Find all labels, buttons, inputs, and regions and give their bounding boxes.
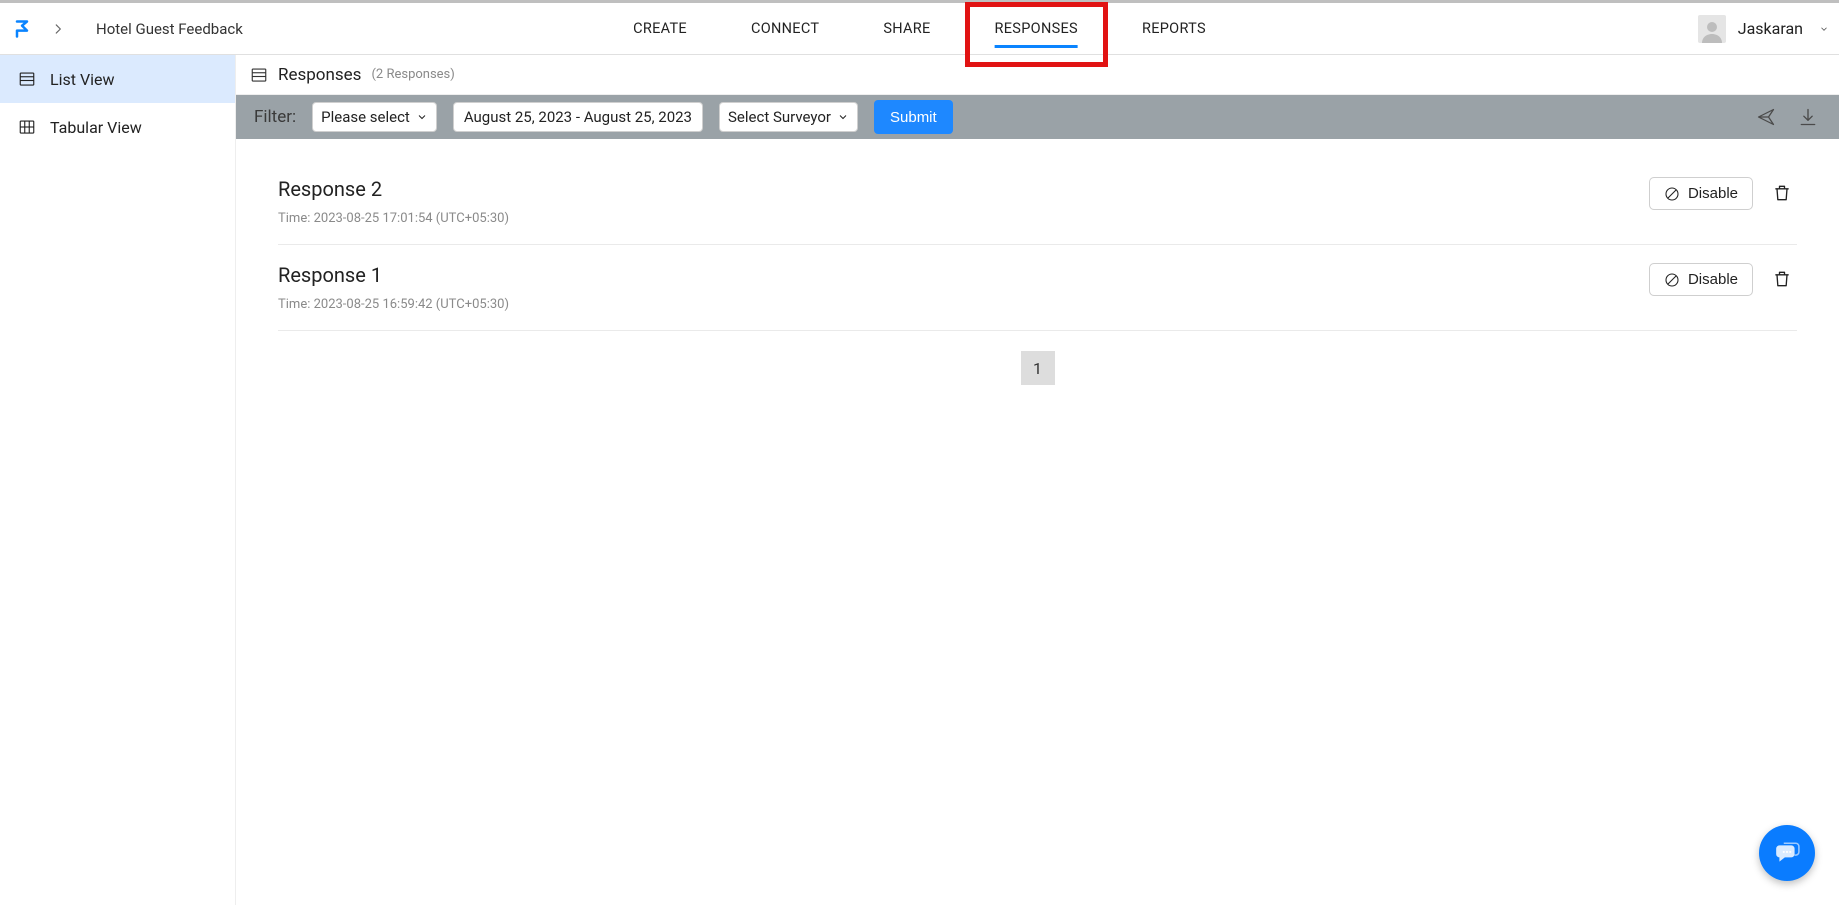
page-header: Responses (2 Responses) xyxy=(236,55,1839,95)
disable-button[interactable]: Disable xyxy=(1649,177,1753,210)
page-number-current[interactable]: 1 xyxy=(1021,351,1055,385)
disable-icon xyxy=(1664,186,1680,202)
page-title: Responses xyxy=(278,65,361,85)
filter-date-value: August 25, 2023 - August 25, 2023 xyxy=(464,108,692,126)
sidebar: List View Tabular View xyxy=(0,55,236,905)
filter-surveyor-select[interactable]: Select Surveyor xyxy=(719,102,858,132)
chat-fab[interactable] xyxy=(1759,825,1815,881)
main-panel: Responses (2 Responses) Filter: Please s… xyxy=(236,55,1839,905)
response-timestamp: Time: 2023-08-25 17:01:54 (UTC+05:30) xyxy=(278,211,1635,226)
response-row: Response 2 Time: 2023-08-25 17:01:54 (UT… xyxy=(278,159,1797,245)
delete-button[interactable] xyxy=(1767,177,1797,203)
disable-icon xyxy=(1664,272,1680,288)
topbar: Hotel Guest Feedback CREATE CONNECT SHAR… xyxy=(0,0,1839,55)
grid-icon xyxy=(18,118,36,136)
responses-list: Response 2 Time: 2023-08-25 17:01:54 (UT… xyxy=(236,139,1839,385)
filter-type-value: Please select xyxy=(321,108,410,126)
filter-bar: Filter: Please select August 25, 2023 - … xyxy=(236,95,1839,139)
sidebar-item-label: Tabular View xyxy=(50,118,142,137)
response-timestamp: Time: 2023-08-25 16:59:42 (UTC+05:30) xyxy=(278,297,1635,312)
nav-connect[interactable]: CONNECT xyxy=(743,4,827,53)
user-area[interactable]: Jaskaran xyxy=(1698,15,1839,43)
survey-title[interactable]: Hotel Guest Feedback xyxy=(96,20,243,38)
delete-button[interactable] xyxy=(1767,263,1797,289)
app-logo[interactable] xyxy=(0,18,44,40)
chevron-down-icon xyxy=(837,111,849,123)
list-icon xyxy=(250,66,268,84)
nav-responses[interactable]: RESPONSES xyxy=(987,4,1086,53)
nav-reports[interactable]: REPORTS xyxy=(1134,4,1214,53)
breadcrumb-chevron-icon[interactable] xyxy=(44,22,72,36)
layout: List View Tabular View Responses (2 Resp… xyxy=(0,55,1839,905)
chat-icon xyxy=(1774,840,1800,866)
sidebar-item-label: List View xyxy=(50,70,115,89)
filter-type-select[interactable]: Please select xyxy=(312,102,437,132)
avatar xyxy=(1698,15,1726,43)
trash-icon xyxy=(1772,269,1792,289)
nav-share[interactable]: SHARE xyxy=(875,4,938,53)
response-title[interactable]: Response 1 xyxy=(278,263,1635,287)
disable-button[interactable]: Disable xyxy=(1649,263,1753,296)
response-row: Response 1 Time: 2023-08-25 16:59:42 (UT… xyxy=(278,245,1797,331)
filter-date-range[interactable]: August 25, 2023 - August 25, 2023 xyxy=(453,102,703,132)
chevron-down-icon xyxy=(416,111,428,123)
submit-button[interactable]: Submit xyxy=(874,100,953,134)
disable-label: Disable xyxy=(1688,185,1738,202)
nav-create[interactable]: CREATE xyxy=(625,4,695,53)
response-title[interactable]: Response 2 xyxy=(278,177,1635,201)
send-icon[interactable] xyxy=(1753,104,1779,130)
disable-label: Disable xyxy=(1688,271,1738,288)
chevron-down-icon xyxy=(1819,24,1829,34)
filter-surveyor-value: Select Surveyor xyxy=(728,108,831,126)
trash-icon xyxy=(1772,183,1792,203)
page-count: (2 Responses) xyxy=(371,67,454,82)
main-nav: CREATE CONNECT SHARE RESPONSES REPORTS xyxy=(625,1,1214,56)
pagination: 1 xyxy=(278,351,1797,385)
filter-label: Filter: xyxy=(254,107,296,127)
download-icon[interactable] xyxy=(1795,104,1821,130)
sidebar-item-list-view[interactable]: List View xyxy=(0,55,235,103)
sidebar-item-tabular-view[interactable]: Tabular View xyxy=(0,103,235,151)
list-icon xyxy=(18,70,36,88)
username: Jaskaran xyxy=(1738,19,1803,38)
